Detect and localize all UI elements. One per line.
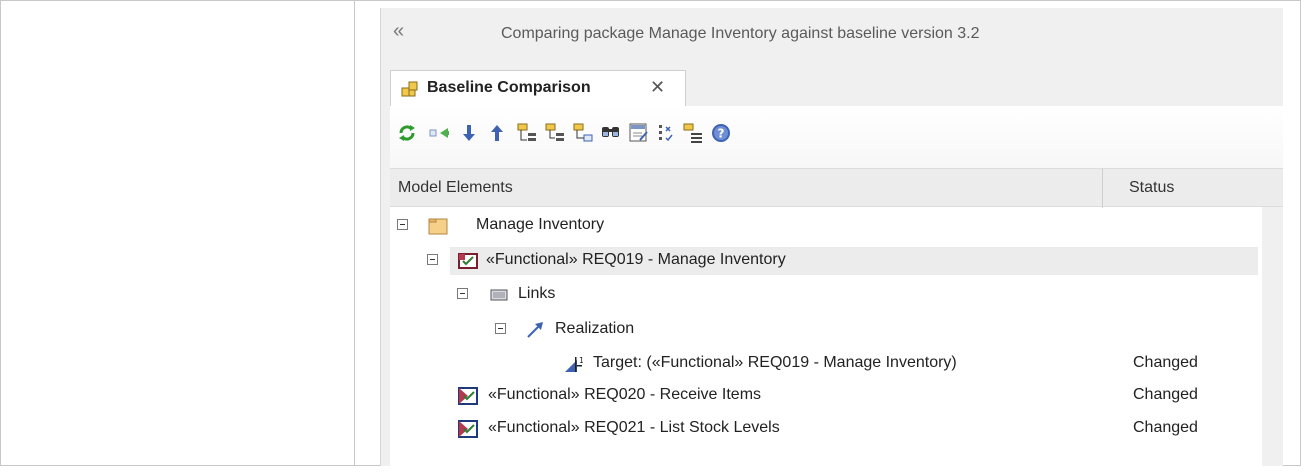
help-icon[interactable]: ?	[710, 122, 732, 144]
tree-row-req019[interactable]: «Functional» REQ019 - Manage Inventory	[427, 247, 1258, 275]
svg-text:?: ?	[718, 127, 725, 141]
expand-tree-icon[interactable]	[516, 122, 538, 144]
checklist-icon[interactable]	[656, 122, 678, 144]
vertical-scrollbar[interactable]	[1262, 207, 1283, 466]
tree-row-manage-inventory[interactable]: Manage Inventory	[390, 212, 1258, 240]
next-down-icon[interactable]	[458, 122, 480, 144]
status-cell: Changed	[1133, 354, 1198, 371]
merge-icon[interactable]	[428, 122, 450, 144]
tree-row-links[interactable]: Links	[390, 281, 1258, 309]
grid-header: Model Elements Status	[390, 168, 1283, 208]
table-divider	[354, 0, 355, 466]
tree-item-label: «Functional» REQ021 - List Stock Levels	[488, 419, 780, 436]
status-cell: Changed	[1133, 419, 1198, 436]
tree-item-label: Target: («Functional» REQ019 - Manage In…	[593, 354, 957, 371]
previous-up-icon[interactable]	[486, 122, 508, 144]
tab-baseline-comparison[interactable]: Baseline Comparison ✕	[390, 70, 686, 106]
xml-report-icon[interactable]	[628, 122, 650, 144]
refresh-icon[interactable]	[396, 122, 418, 144]
close-icon[interactable]: ✕	[650, 77, 665, 98]
find-icon[interactable]	[600, 122, 622, 144]
folder-icon	[428, 216, 448, 236]
tree-row-target[interactable]: 1 Target: («Functional» REQ019 - Manage …	[390, 350, 1258, 378]
target-icon: 1	[563, 354, 583, 374]
tree-item-label: «Functional» REQ020 - Receive Items	[488, 386, 762, 403]
baseline-icon	[401, 80, 419, 98]
realization-arrow-icon	[525, 320, 545, 340]
comparison-grid: Model Elements Status Manage Inventory «…	[390, 168, 1283, 466]
requirement-icon	[458, 419, 478, 439]
tree-row-req020[interactable]: «Functional» REQ020 - Receive Items Chan…	[390, 382, 1258, 410]
collapse-toggle-icon[interactable]	[427, 254, 438, 265]
tree-item-label: Realization	[555, 320, 635, 337]
caption-text: Comparing package Manage Inventory again…	[501, 25, 980, 42]
requirement-icon	[458, 386, 478, 406]
collapse-panel-icon[interactable]: «	[393, 21, 404, 41]
status-cell: Changed	[1133, 386, 1198, 403]
tree-item-label: Links	[518, 285, 556, 302]
column-status[interactable]: Status	[1129, 179, 1174, 197]
svg-text:1: 1	[579, 356, 583, 365]
tree-row-req021[interactable]: «Functional» REQ021 - List Stock Levels …	[390, 415, 1258, 443]
expand-branch-icon[interactable]	[544, 122, 566, 144]
column-separator[interactable]	[1102, 169, 1103, 208]
window-caption: « Comparing package Manage Inventory aga…	[381, 8, 1283, 66]
collapse-toggle-icon[interactable]	[397, 219, 408, 230]
collapse-toggle-icon[interactable]	[457, 288, 468, 299]
links-icon	[489, 285, 509, 305]
tree-item-label: Manage Inventory	[476, 216, 605, 233]
tab-label: Baseline Comparison	[427, 79, 591, 96]
collapse-toggle-icon[interactable]	[495, 323, 506, 334]
toolbar: ?	[390, 106, 1283, 168]
baseline-window: « Comparing package Manage Inventory aga…	[380, 8, 1283, 466]
tree-item-label: «Functional» REQ019 - Manage Inventory	[486, 251, 786, 268]
tree-row-realization[interactable]: Realization	[390, 316, 1258, 344]
requirement-icon	[458, 251, 478, 271]
collapse-icon[interactable]	[572, 122, 594, 144]
column-model-elements[interactable]: Model Elements	[398, 179, 513, 197]
list-icon[interactable]	[682, 122, 704, 144]
